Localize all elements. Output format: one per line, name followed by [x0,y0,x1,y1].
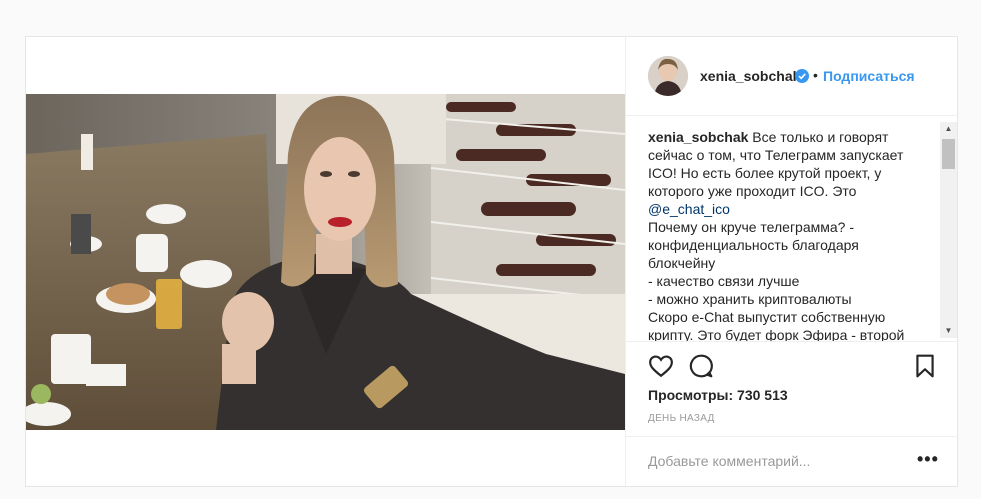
caption-line: сейчас о том, что Телеграмм запускает [648,147,904,163]
more-options-icon[interactable]: ••• [917,449,939,470]
caption-area: xenia_sobchak Все только и говорят сейча… [626,116,959,342]
caption-line: Почему он круче телеграмма? - [648,219,855,235]
post-sidebar: xenia_sobchak • Подписаться xenia_sobcha… [625,37,959,486]
caption-line: конфиденциальность благодаря [648,237,859,253]
caption-username[interactable]: xenia_sobchak [648,129,748,145]
caption-text: xenia_sobchak Все только и говорят сейча… [648,128,938,342]
user-avatar[interactable] [648,56,688,96]
post-actions [626,349,959,389]
scrollbar-thumb[interactable] [942,139,955,169]
caption-line: крипту. Это будет форк Эфира - второй [648,327,905,342]
comment-bubble-icon[interactable] [688,353,714,379]
post-card: xenia_sobchak • Подписаться xenia_sobcha… [25,36,959,487]
comment-input[interactable] [648,451,908,471]
video-frame-image [26,94,625,430]
bookmark-icon[interactable] [912,353,938,379]
scroll-up-arrow-icon[interactable]: ▲ [940,122,957,136]
verified-badge-icon [795,69,809,83]
follow-button[interactable]: Подписаться [823,68,915,84]
caption-scrollbar[interactable]: ▲ ▼ [940,122,957,338]
post-video[interactable] [26,94,625,430]
caption-line: ICO! Но есть более крутой проект, у [648,165,882,181]
caption-line: - можно хранить криптовалюты [648,291,852,307]
view-count: Просмотры: 730 513 [648,387,788,403]
heart-icon[interactable] [648,353,674,379]
caption-line: Все только и говорят [752,129,889,145]
post-header: xenia_sobchak • Подписаться [626,37,959,116]
post-media [26,37,625,486]
comment-bar: ••• [626,436,959,486]
username[interactable]: xenia_sobchak [700,68,800,84]
post-timestamp[interactable]: ДЕНЬ НАЗАД [648,413,715,424]
caption-line: Скоро e-Chat выпустит собственную [648,309,886,325]
scroll-down-arrow-icon[interactable]: ▼ [940,324,957,338]
caption-line: которого уже проходит ICO. Это [648,183,857,199]
caption-mention-link[interactable]: @e_chat_ico [648,200,938,218]
caption-line: - качество связи лучше [648,273,800,289]
caption-line: блокчейну [648,255,716,271]
separator-dot: • [813,67,818,83]
